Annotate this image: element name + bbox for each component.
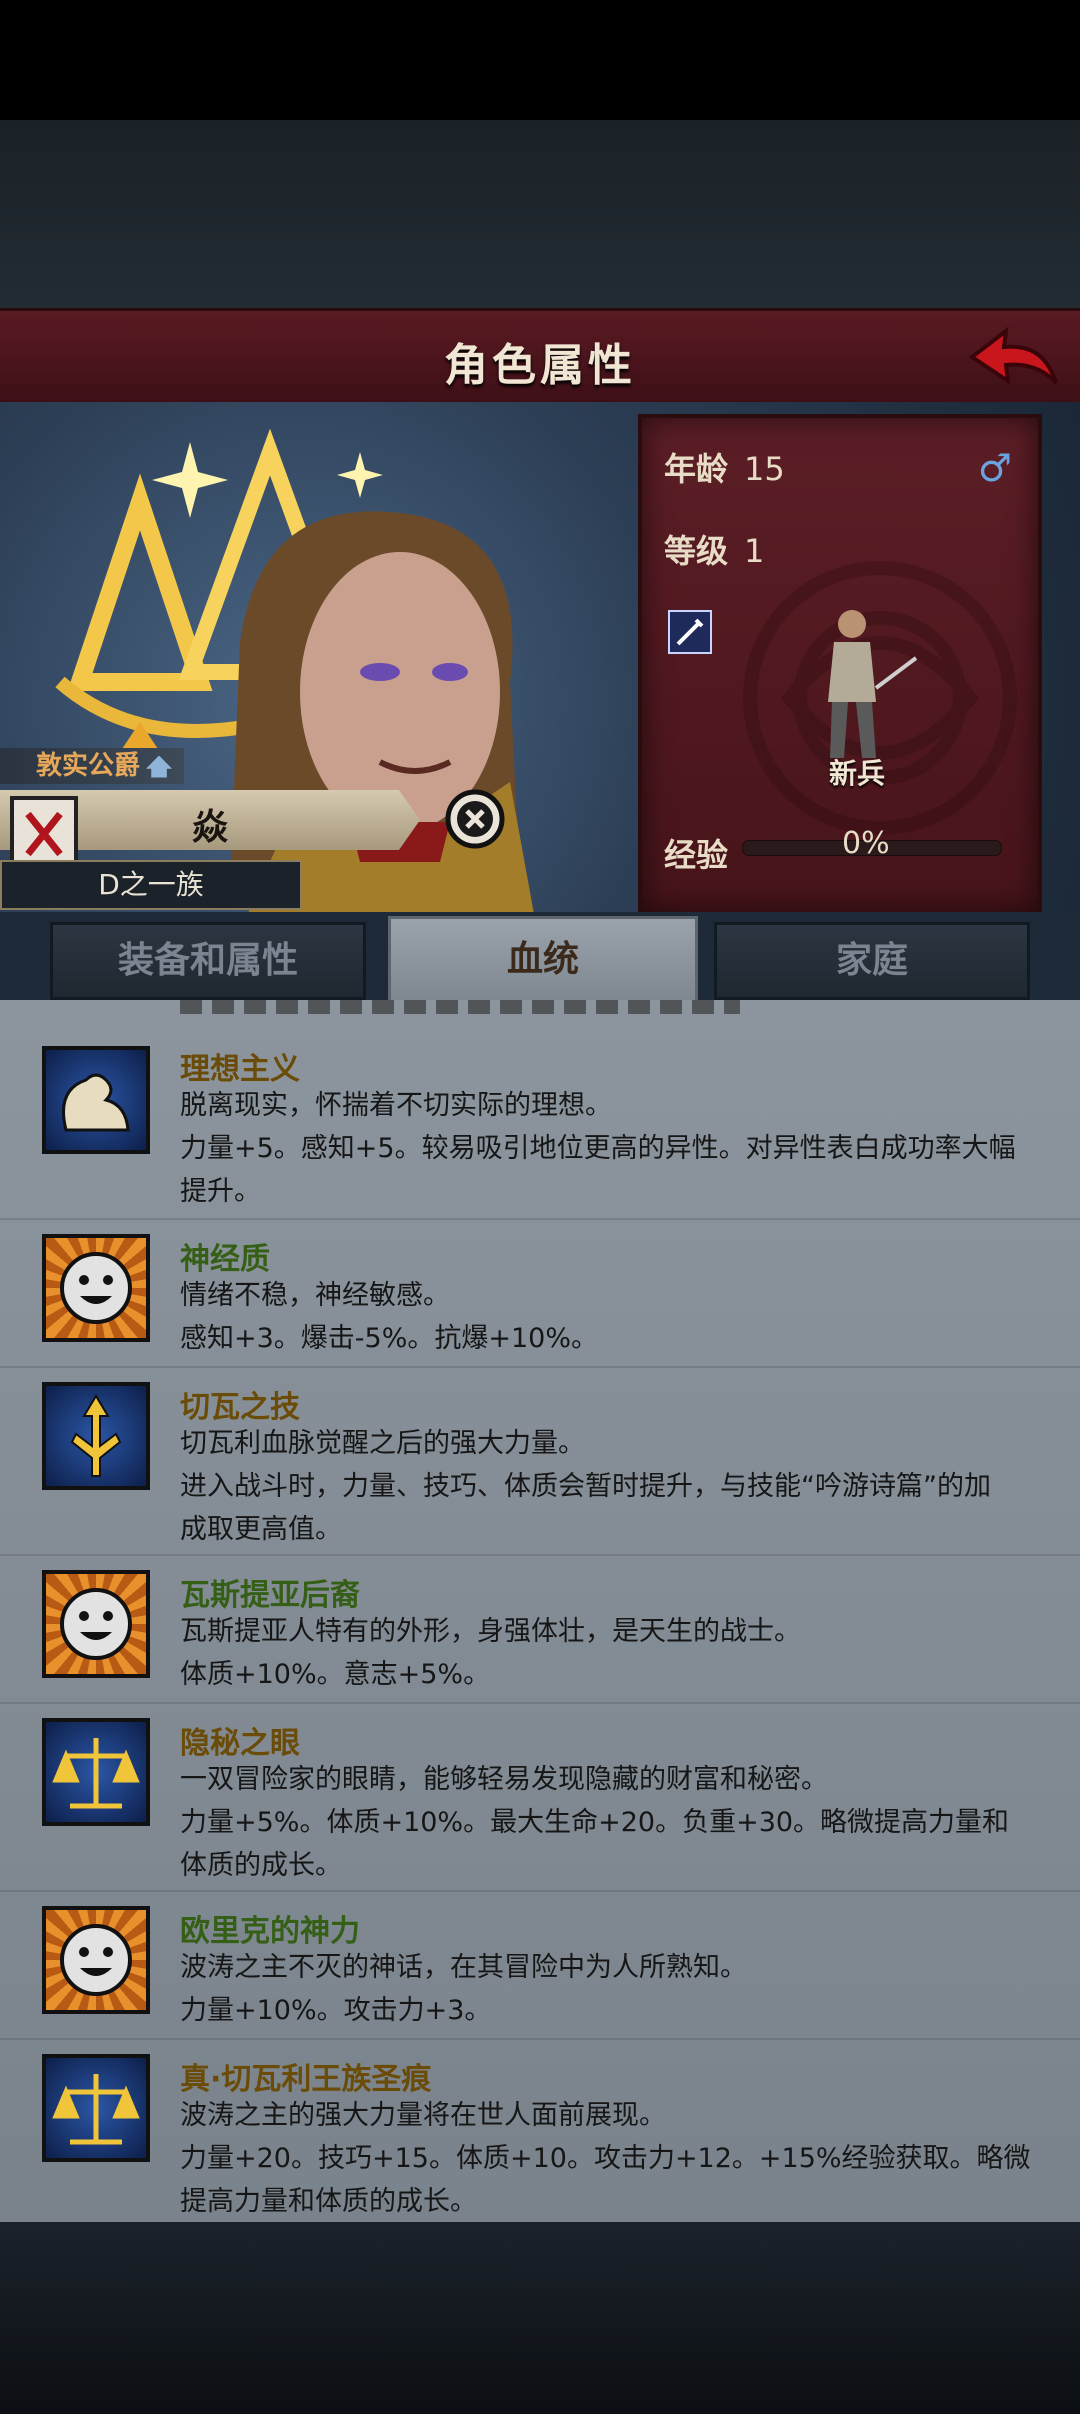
cut-off-text <box>180 1000 740 1014</box>
trait-item: 隐秘之眼 一双冒险家的眼睛，能够轻易发现隐藏的财富和秘密。 力量+5%。体质+10… <box>0 1702 1080 1892</box>
exp-label: 经验 <box>664 836 729 874</box>
age-label: 年龄 <box>664 450 729 488</box>
bottom-area <box>0 2222 1080 2414</box>
level-row: 等级 1 <box>664 526 764 572</box>
status-bar <box>0 0 1080 120</box>
tab-bloodline[interactable]: 血统 <box>388 916 698 1004</box>
trait-item: 切瓦之技 切瓦利血脉觉醒之后的强大力量。 进入战斗时，力量、技巧、体质会暂时提升，… <box>0 1366 1080 1556</box>
dagger-weapon-icon[interactable] <box>668 610 712 654</box>
trait-item: 理想主义 脱离现实，怀揣着不切实际的理想。 力量+5。感知+5。较易吸引地位更高的… <box>0 1028 1080 1220</box>
trait-item: 神经质 情绪不稳，神经敏感。 感知+3。爆击-5%。抗爆+10%。 <box>0 1218 1080 1368</box>
unit-class-name: 新兵 <box>828 757 885 790</box>
trait-desc: 情绪不稳，神经敏感。 感知+3。爆击-5%。抗爆+10%。 <box>180 1280 599 1354</box>
smiley-face-icon <box>42 1570 150 1678</box>
trait-name: 隐秘之眼 <box>180 1726 300 1761</box>
stats-panel: 年龄 15 ♂ 等级 1 新兵 经验 0% <box>638 414 1042 916</box>
trait-desc: 波涛之主的强大力量将在世人面前展现。 力量+20。技巧+15。体质+10。攻击力+… <box>180 2100 1031 2217</box>
age-value: 15 <box>744 450 785 488</box>
trait-name: 切瓦之技 <box>180 1390 300 1425</box>
trait-name: 欧里克的神力 <box>180 1914 360 1949</box>
back-arrow-icon[interactable] <box>966 321 1062 397</box>
trait-desc: 波涛之主不灭的神话，在其冒险中为人所熟知。 力量+10%。攻击力+3。 <box>180 1952 747 2026</box>
close-icon[interactable] <box>444 788 506 850</box>
trait-desc: 切瓦利血脉觉醒之后的强大力量。 进入战斗时，力量、技巧、体质会暂时提升，与技能“吟… <box>180 1428 991 1545</box>
golden-sword-icon <box>42 1382 150 1490</box>
trait-name: 瓦斯提亚后裔 <box>180 1578 360 1613</box>
trait-name: 神经质 <box>180 1242 270 1277</box>
scales-icon <box>42 2054 150 2162</box>
level-value: 1 <box>744 532 765 570</box>
clan-name: D之一族 <box>0 860 302 910</box>
page-title: 角色属性 <box>444 340 636 391</box>
smiley-face-icon <box>42 1906 150 2014</box>
smiley-face-icon <box>42 1234 150 1342</box>
upgrade-arrow-icon[interactable] <box>146 755 173 778</box>
trait-desc: 瓦斯提亚人特有的外形，身强体壮，是天生的战士。 体质+10%。意志+5%。 <box>180 1616 801 1690</box>
trait-item: 欧里克的神力 波涛之主不灭的神话，在其冒险中为人所熟知。 力量+10%。攻击力+3… <box>0 1890 1080 2040</box>
male-gender-icon: ♂ <box>977 446 1012 490</box>
level-label: 等级 <box>664 532 729 570</box>
tab-bar: 装备和属性 血统 家庭 <box>0 912 1080 1004</box>
scales-icon <box>42 1718 150 1826</box>
soldier-figure-icon <box>828 610 918 758</box>
background-panel <box>0 120 1080 310</box>
trait-item: 真·切瓦利王族圣痕 波涛之主的强大力量将在世人面前展现。 力量+20。技巧+15。… <box>0 2038 1080 2222</box>
trait-name: 理想主义 <box>180 1052 300 1087</box>
trait-desc: 脱离现实，怀揣着不切实际的理想。 力量+5。感知+5。较易吸引地位更高的异性。对异… <box>180 1090 1016 1207</box>
header-bar: 角色属性 <box>0 308 1080 408</box>
age-row: 年龄 15 <box>664 444 785 490</box>
flexed-arm-icon <box>42 1046 150 1154</box>
hero-title: 敦实公爵 <box>36 751 141 781</box>
trait-desc: 一双冒险家的眼睛，能够轻易发现隐藏的财富和秘密。 力量+5%。体质+10%。最大生… <box>180 1764 1010 1881</box>
exp-percent: 0% <box>842 826 890 861</box>
trait-name: 真·切瓦利王族圣痕 <box>180 2062 432 2097</box>
hero-title-badge: 敦实公爵 <box>0 748 185 784</box>
tab-family[interactable]: 家庭 <box>714 922 1030 1000</box>
trait-item: 瓦斯提亚后裔 瓦斯提亚人特有的外形，身强体壮，是天生的战士。 体质+10%。意志+… <box>0 1554 1080 1704</box>
trait-list[interactable]: 理想主义 脱离现实，怀揣着不切实际的理想。 力量+5。感知+5。较易吸引地位更高的… <box>0 1000 1080 2222</box>
tab-equipment-attributes[interactable]: 装备和属性 <box>50 922 366 1000</box>
